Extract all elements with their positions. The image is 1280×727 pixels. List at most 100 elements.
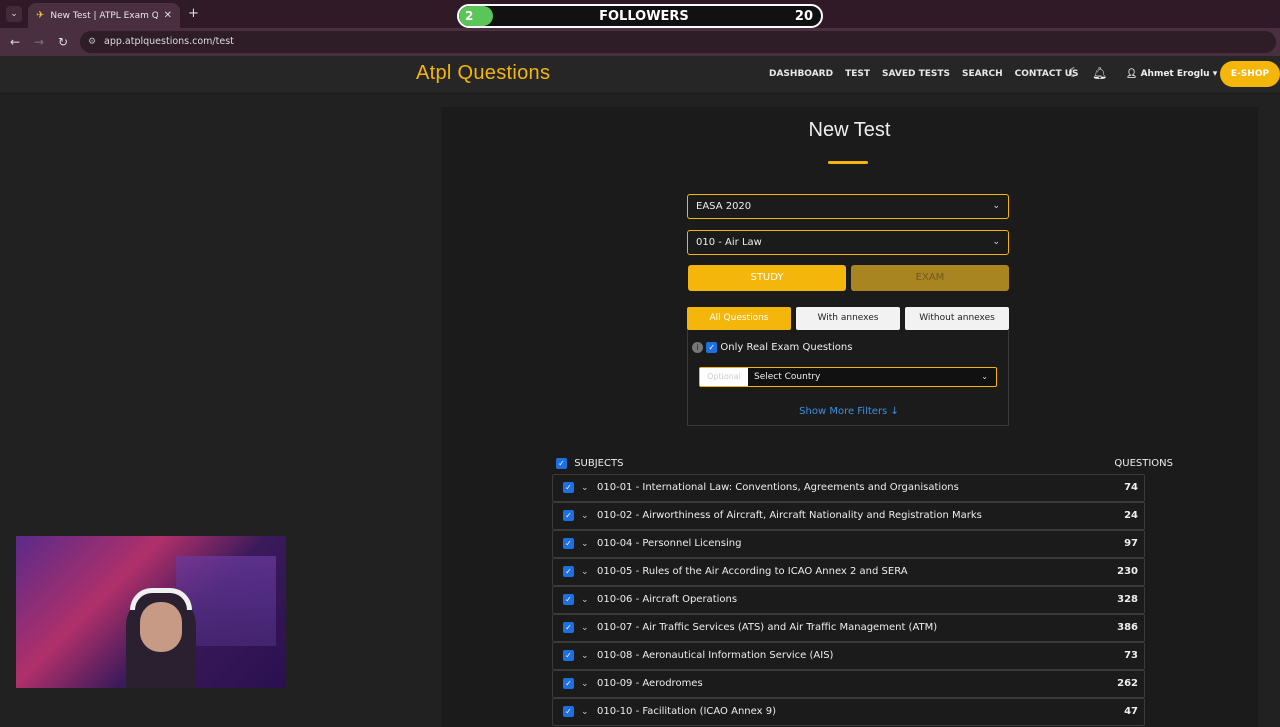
page-title: New Test [808, 119, 891, 141]
syllabus-select[interactable]: EASA 2020 ⌄ [687, 194, 1009, 219]
close-icon[interactable]: ✕ [164, 10, 172, 21]
questions-header-label: QUESTIONS [1114, 458, 1173, 469]
subject-name: 010-06 - Aircraft Operations [597, 594, 738, 605]
subject-checkbox[interactable]: ✓ [563, 706, 574, 717]
country-select[interactable]: Optional Select Country ⌄ [699, 367, 997, 387]
url-text: app.atplquestions.com/test [104, 36, 234, 47]
main-nav: DASHBOARD TEST SAVED TESTS SEARCH CONTAC… [769, 69, 1091, 79]
plane-icon: ✈ [36, 10, 45, 21]
info-icon[interactable]: i [692, 342, 703, 353]
chevron-down-icon[interactable]: ⌄ [581, 615, 589, 641]
exam-button[interactable]: EXAM [851, 265, 1009, 291]
subjects-list: ✓ ⌄ 010-01 - International Law: Convention… [552, 474, 1145, 726]
subject-checkbox[interactable]: ✓ [563, 594, 574, 605]
site-header: Atpl Questions DASHBOARD TEST SAVED TEST… [0, 56, 1280, 94]
subject-name: 010-01 - International Law: Conventions,… [597, 482, 959, 493]
tab-title: New Test | ATPL Exam Question [50, 10, 158, 21]
forward-icon[interactable]: → [34, 35, 44, 49]
real-exam-checkbox[interactable]: ✓ [706, 342, 718, 353]
subject-select[interactable]: 010 - Air Law ⌄ [687, 230, 1009, 255]
url-field[interactable]: ⚙ app.atplquestions.com/test [80, 31, 1276, 53]
subject-question-count: 73 [1124, 650, 1138, 661]
user-name: Ahmet Eroglu [1140, 69, 1210, 79]
webcam-overlay [16, 536, 286, 688]
subject-checkbox[interactable]: ✓ [563, 538, 574, 549]
followers-left-count: 2 [459, 6, 493, 26]
subject-row[interactable]: ✓ ⌄ 010-04 - Personnel Licensing 97 [552, 530, 1145, 558]
syllabus-value: EASA 2020 [696, 201, 752, 212]
subject-name: 010-10 - Facilitation (ICAO Annex 9) [597, 706, 776, 717]
chevron-down-icon: ⌄ [992, 237, 1000, 247]
subject-row[interactable]: ✓ ⌄ 010-07 - Air Traffic Services (ATS) an… [552, 614, 1145, 642]
subject-row[interactable]: ✓ ⌄ 010-09 - Aerodromes 262 [552, 670, 1145, 698]
reload-icon[interactable]: ↻ [58, 35, 68, 49]
nav-saved-tests[interactable]: SAVED TESTS [882, 69, 950, 79]
subject-checkbox[interactable]: ✓ [563, 650, 574, 661]
chevron-down-icon: ▾ [1212, 69, 1218, 79]
followers-goal: 20 [794, 8, 813, 24]
site-logo[interactable]: Atpl Questions [416, 62, 550, 85]
subject-question-count: 230 [1117, 566, 1138, 577]
chevron-down-icon[interactable]: ⌄ [581, 671, 589, 697]
real-exam-label: Only Real Exam Questions [720, 342, 853, 353]
chevron-down-icon: ⌄ [981, 372, 988, 381]
tab-all-questions[interactable]: All Questions [687, 307, 791, 330]
subject-name: 010-05 - Rules of the Air According to I… [597, 566, 908, 577]
back-icon[interactable]: ← [10, 35, 20, 49]
select-all-checkbox[interactable]: ✓ [556, 458, 567, 469]
browser-tab[interactable]: ✈ New Test | ATPL Exam Question ✕ [28, 3, 180, 28]
nav-search[interactable]: SEARCH [962, 69, 1003, 79]
followers-overlay: 2 FOLLOWERS 20 [457, 4, 823, 28]
subject-checkbox[interactable]: ✓ [563, 510, 574, 521]
dark-mode-icon[interactable]: ☾ [1068, 66, 1080, 81]
country-placeholder: Select Country [754, 372, 821, 382]
subject-question-count: 328 [1117, 594, 1138, 605]
chevron-down-icon[interactable]: ⌄ [581, 531, 589, 557]
subject-name: 010-09 - Aerodromes [597, 678, 703, 689]
subject-row[interactable]: ✓ ⌄ 010-10 - Facilitation (ICAO Annex 9) 47 [552, 698, 1145, 726]
eshop-button[interactable]: E-SHOP [1220, 61, 1280, 87]
tab-search-icon[interactable]: ⌄ [6, 6, 22, 22]
chevron-down-icon[interactable]: ⌄ [581, 475, 589, 501]
subject-name: 010-02 - Airworthiness of Aircraft, Airc… [597, 510, 982, 521]
subject-name: 010-04 - Personnel Licensing [597, 538, 742, 549]
subject-value: 010 - Air Law [696, 237, 762, 248]
chevron-down-icon[interactable]: ⌄ [581, 559, 589, 585]
subjects-header: ✓ SUBJECTS QUESTIONS [556, 458, 1173, 474]
subject-checkbox[interactable]: ✓ [563, 622, 574, 633]
tab-with-annexes[interactable]: With annexes [796, 307, 900, 330]
study-button[interactable]: STUDY [688, 265, 846, 291]
show-more-filters-link[interactable]: Show More Filters ↓ [688, 406, 1010, 417]
subject-question-count: 24 [1124, 510, 1138, 521]
chevron-down-icon[interactable]: ⌄ [581, 643, 589, 669]
user-menu[interactable]: 👤︎ Ahmet Eroglu ▾ [1126, 69, 1217, 79]
site-info-icon[interactable]: ⚙ [88, 31, 96, 53]
browser-addressbar: ← → ↻ ⚙ app.atplquestions.com/test [0, 28, 1280, 56]
subject-question-count: 47 [1124, 706, 1138, 717]
chevron-down-icon[interactable]: ⌄ [581, 699, 589, 725]
subject-name: 010-08 - Aeronautical Information Servic… [597, 650, 834, 661]
subject-checkbox[interactable]: ✓ [563, 482, 574, 493]
real-exam-row: i ✓ Only Real Exam Questions [692, 342, 852, 354]
chevron-down-icon[interactable]: ⌄ [581, 587, 589, 613]
new-tab-icon[interactable]: + [188, 6, 199, 21]
subject-row[interactable]: ✓ ⌄ 010-06 - Aircraft Operations 328 [552, 586, 1145, 614]
title-underline [828, 161, 868, 164]
subject-checkbox[interactable]: ✓ [563, 678, 574, 689]
nav-test[interactable]: TEST [845, 69, 870, 79]
subject-name: 010-07 - Air Traffic Services (ATS) and … [597, 622, 938, 633]
tab-without-annexes[interactable]: Without annexes [905, 307, 1009, 330]
subject-row[interactable]: ✓ ⌄ 010-08 - Aeronautical Information Serv… [552, 642, 1145, 670]
bell-icon[interactable]: 🔔︎ [1092, 66, 1107, 80]
chevron-down-icon[interactable]: ⌄ [581, 503, 589, 529]
new-test-card: New Test EASA 2020 ⌄ 010 - Air Law ⌄ STU… [441, 107, 1258, 727]
followers-label: FOLLOWERS [599, 8, 689, 24]
subject-question-count: 74 [1124, 482, 1138, 493]
user-icon: 👤︎ [1126, 69, 1138, 79]
subject-row[interactable]: ✓ ⌄ 010-01 - International Law: Convention… [552, 474, 1145, 502]
subject-checkbox[interactable]: ✓ [563, 566, 574, 577]
subject-row[interactable]: ✓ ⌄ 010-05 - Rules of the Air According to… [552, 558, 1145, 586]
subject-question-count: 97 [1124, 538, 1138, 549]
nav-dashboard[interactable]: DASHBOARD [769, 69, 833, 79]
subject-row[interactable]: ✓ ⌄ 010-02 - Airworthiness of Aircraft, Ai… [552, 502, 1145, 530]
